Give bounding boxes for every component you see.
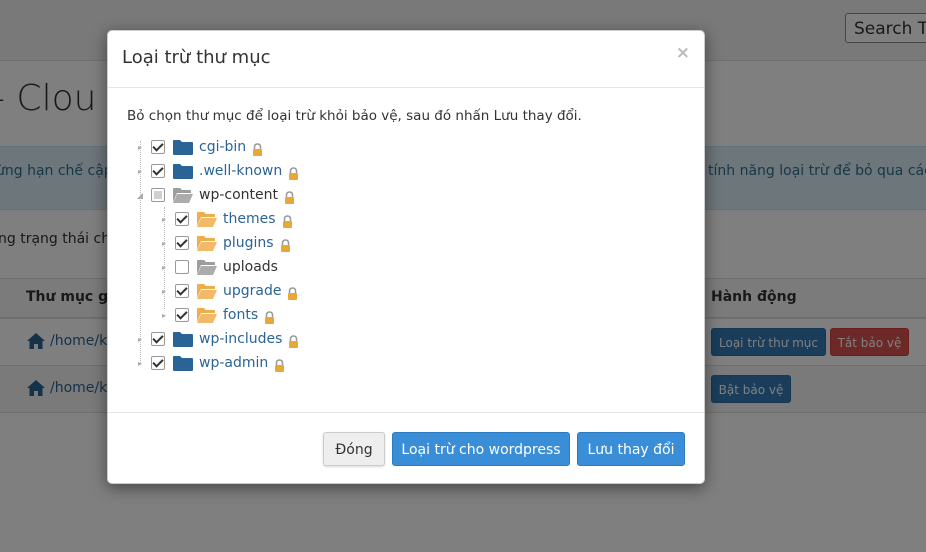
collapse-arrow-icon[interactable]: ◢ (135, 191, 145, 200)
expand-arrow-icon[interactable]: ▸ (135, 335, 145, 344)
tree-checkbox[interactable] (151, 140, 165, 154)
dialog-footer: Đóng Loại trừ cho wordpress Lưu thay đổi (108, 413, 704, 485)
tree-node-upgrade[interactable]: ▸ upgrade (159, 279, 298, 303)
close-button[interactable]: Đóng (323, 432, 385, 466)
tree-node-label[interactable]: wp-includes (199, 331, 282, 347)
exclude-folders-dialog: Loại trừ thư mục × Bỏ chọn thư mục để lo… (107, 30, 705, 484)
exclude-wordpress-button[interactable]: Loại trừ cho wordpress (392, 432, 570, 466)
lock-icon (282, 213, 293, 228)
folder-open-icon (197, 235, 217, 251)
tree-node-plugins[interactable]: ▸ plugins (159, 231, 291, 255)
tree-node-uploads[interactable]: ▸ uploads (159, 255, 278, 279)
folder-open-icon (173, 187, 193, 203)
tree-node-label[interactable]: plugins (223, 235, 274, 251)
folder-icon (173, 163, 193, 179)
tree-checkbox[interactable] (175, 236, 189, 250)
tree-checkbox[interactable] (175, 260, 189, 274)
tree-checkbox[interactable] (175, 308, 189, 322)
lock-icon (288, 333, 299, 348)
folder-open-icon (197, 307, 217, 323)
dialog-header: Loại trừ thư mục × (108, 31, 704, 88)
expand-arrow-icon[interactable]: ▸ (159, 287, 169, 296)
folder-open-icon (197, 211, 217, 227)
tree-checkbox[interactable] (175, 212, 189, 226)
close-icon[interactable]: × (676, 43, 690, 63)
lock-icon (287, 285, 298, 300)
expand-arrow-icon[interactable]: ▸ (135, 167, 145, 176)
save-changes-button[interactable]: Lưu thay đổi (577, 432, 685, 466)
dialog-body: Bỏ chọn thư mục để loại trừ khỏi bảo vệ,… (108, 88, 704, 413)
expand-arrow-icon[interactable]: ▸ (135, 143, 145, 152)
folder-icon (173, 355, 193, 371)
dialog-title: Loại trừ thư mục (122, 47, 271, 68)
tree-checkbox[interactable] (151, 356, 165, 370)
tree-node-wp-content[interactable]: ◢ wp-content (135, 183, 295, 207)
tree-node-label[interactable]: .well-known (199, 163, 282, 179)
tree-node-cgi-bin[interactable]: ▸ cgi-bin (135, 135, 263, 159)
lock-icon (274, 357, 285, 372)
expand-arrow-icon[interactable]: ▸ (159, 311, 169, 320)
lock-icon (252, 141, 263, 156)
tree-node-label[interactable]: cgi-bin (199, 139, 246, 155)
lock-icon (264, 309, 275, 324)
folder-icon (173, 139, 193, 155)
tree-node-fonts[interactable]: ▸ fonts (159, 303, 275, 327)
folder-open-icon (197, 283, 217, 299)
tree-node-label[interactable]: themes (223, 211, 276, 227)
tree-node-label: wp-content (199, 187, 278, 203)
tree-checkbox[interactable] (151, 188, 165, 202)
tree-checkbox[interactable] (151, 164, 165, 178)
instructions-text: Bỏ chọn thư mục để loại trừ khỏi bảo vệ,… (127, 108, 582, 124)
tree-node-themes[interactable]: ▸ themes (159, 207, 293, 231)
tree-node-wp-includes[interactable]: ▸ wp-includes (135, 327, 299, 351)
tree-node-well-known[interactable]: ▸ .well-known (135, 159, 299, 183)
tree-node-wp-admin[interactable]: ▸ wp-admin (135, 351, 285, 375)
tree-node-label[interactable]: fonts (223, 307, 258, 323)
lock-icon (284, 189, 295, 204)
expand-arrow-icon[interactable]: ▸ (159, 239, 169, 248)
tree-node-label[interactable]: wp-admin (199, 355, 268, 371)
lock-icon (280, 237, 291, 252)
tree-node-label[interactable]: upgrade (223, 283, 281, 299)
folder-open-icon (197, 259, 217, 275)
tree-checkbox[interactable] (175, 284, 189, 298)
expand-arrow-icon[interactable]: ▸ (135, 359, 145, 368)
expand-arrow-icon[interactable]: ▸ (159, 215, 169, 224)
folder-icon (173, 331, 193, 347)
lock-icon (288, 165, 299, 180)
expand-arrow-icon[interactable]: ▸ (159, 263, 169, 272)
tree-checkbox[interactable] (151, 332, 165, 346)
tree-node-label: uploads (223, 259, 278, 275)
